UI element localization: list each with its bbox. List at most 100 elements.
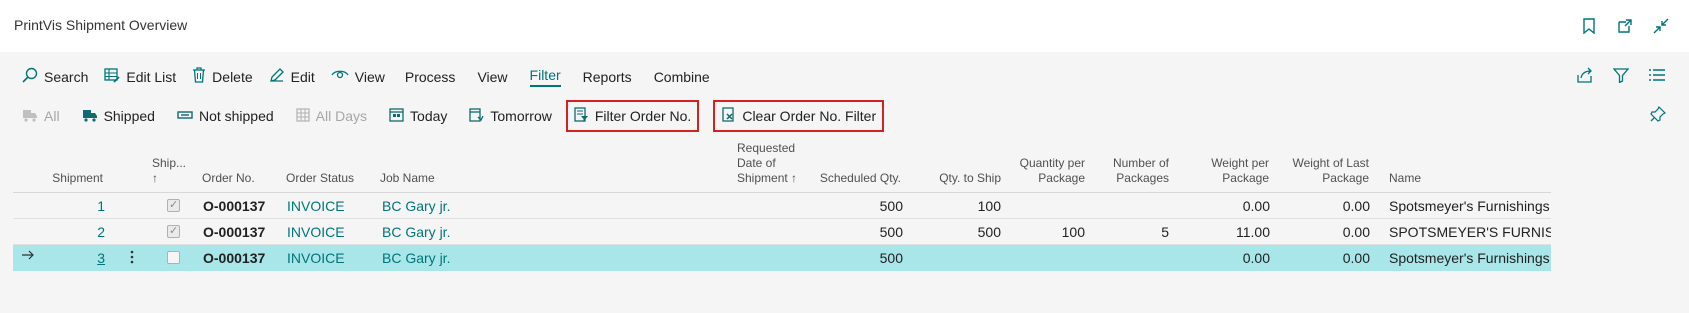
- edit-action[interactable]: Edit: [261, 62, 323, 90]
- shipped-checkbox[interactable]: [167, 251, 180, 264]
- edit-list-action[interactable]: Edit List: [96, 62, 184, 90]
- qty-to-ship: 100: [977, 198, 1001, 214]
- shipped-label: Shipped: [103, 108, 155, 124]
- job-name[interactable]: BC Gary jr.: [382, 198, 450, 214]
- col-shipment[interactable]: Shipment: [43, 171, 103, 186]
- search-icon: [22, 67, 38, 86]
- job-name[interactable]: BC Gary jr.: [382, 224, 450, 240]
- shipment-link[interactable]: 1: [73, 198, 105, 214]
- calendar-today-icon: [389, 107, 404, 125]
- filter-order-no-button[interactable]: Filter Order No.: [565, 100, 700, 132]
- col-weight-last-package[interactable]: Weight of Last Package: [1279, 156, 1370, 186]
- clear-order-no-filter-button[interactable]: Clear Order No. Filter: [713, 100, 885, 132]
- col-req-line3: Shipment ↑: [737, 171, 798, 185]
- share-icon[interactable]: [1574, 64, 1596, 86]
- col-shipped[interactable]: Ship... ↑: [152, 156, 192, 186]
- row-pointer-arrow-icon: [21, 248, 35, 265]
- combine-menu[interactable]: Combine: [640, 62, 718, 90]
- col-nop-line2: Packages: [1116, 171, 1169, 185]
- filter-menu-label: Filter: [529, 65, 561, 87]
- search-action[interactable]: Search: [14, 62, 96, 90]
- col-shipped-sort: ↑: [152, 171, 158, 185]
- open-new-window-icon[interactable]: [1615, 16, 1635, 36]
- shipment-table: Shipment Ship... ↑ Order No. Order Statu…: [13, 140, 1551, 271]
- view-label: View: [354, 69, 385, 85]
- order-no[interactable]: O-000137: [203, 250, 265, 266]
- col-weight-per-package[interactable]: Weight per Package: [1183, 156, 1269, 186]
- col-name[interactable]: Name: [1389, 171, 1421, 186]
- col-qpp-line1: Quantity per: [1019, 156, 1085, 170]
- pin-icon[interactable]: [1650, 105, 1667, 125]
- filter-icon[interactable]: [1610, 64, 1632, 86]
- collapse-icon[interactable]: [1651, 16, 1671, 36]
- view-menu[interactable]: View: [463, 62, 515, 90]
- order-no[interactable]: O-000137: [203, 224, 265, 240]
- col-qpp-line2: Package: [1038, 171, 1085, 185]
- col-qty-per-package[interactable]: Quantity per Package: [1003, 156, 1085, 186]
- list-view-icon[interactable]: [1646, 64, 1668, 86]
- scheduled-qty: 500: [879, 250, 903, 266]
- shipped-truck-icon: [82, 108, 98, 125]
- number-of-packages: 5: [1161, 224, 1169, 240]
- shipped-checkbox[interactable]: [167, 224, 180, 238]
- truck-icon: [22, 108, 38, 125]
- bookmark-icon[interactable]: [1579, 16, 1599, 36]
- shipment-link[interactable]: 2: [73, 224, 105, 240]
- shipment-link[interactable]: 3: [73, 250, 105, 266]
- tomorrow-button[interactable]: Tomorrow: [461, 100, 559, 132]
- order-status[interactable]: INVOICE: [287, 224, 345, 240]
- process-menu[interactable]: Process: [393, 62, 464, 90]
- eye-icon: [331, 68, 349, 85]
- col-requested-date[interactable]: Requested Date of Shipment ↑: [737, 141, 797, 186]
- col-order-no[interactable]: Order No.: [202, 171, 255, 186]
- row-actions-menu-icon[interactable]: [130, 249, 134, 268]
- shipped-button[interactable]: Shipped: [74, 100, 163, 132]
- col-wlp-line1: Weight of Last: [1292, 156, 1370, 170]
- table-header: Shipment Ship... ↑ Order No. Order Statu…: [13, 140, 1551, 193]
- pencil-icon: [269, 67, 285, 86]
- trash-icon: [192, 66, 206, 86]
- table-row[interactable]: 2 O-000137 INVOICE BC Gary jr. 500 500 1…: [13, 219, 1551, 245]
- order-status[interactable]: INVOICE: [287, 198, 345, 214]
- weight-per-package: 0.00: [1242, 198, 1270, 214]
- shipped-checkbox[interactable]: [167, 198, 180, 212]
- order-status[interactable]: INVOICE: [287, 250, 345, 266]
- calendar-tomorrow-icon: [469, 107, 484, 125]
- search-label: Search: [44, 69, 89, 85]
- not-shipped-icon: [177, 108, 193, 124]
- not-shipped-button[interactable]: Not shipped: [169, 100, 282, 132]
- reports-menu[interactable]: Reports: [569, 62, 640, 90]
- view-menu-label: View: [477, 69, 508, 85]
- view-action[interactable]: View: [323, 62, 393, 90]
- weight-per-package: 0.00: [1242, 250, 1270, 266]
- table-row-selected[interactable]: 3 O-000137 INVOICE BC Gary jr. 500 0.00 …: [13, 245, 1551, 271]
- col-req-line2: Date of: [737, 156, 776, 170]
- page-header: PrintVis Shipment Overview: [0, 0, 1689, 52]
- col-wpp-line2: Package: [1222, 171, 1269, 185]
- col-qty-to-ship[interactable]: Qty. to Ship: [913, 171, 1001, 186]
- table-row[interactable]: 1 O-000137 INVOICE BC Gary jr. 500 100 0…: [13, 193, 1551, 219]
- weight-last-package: 0.00: [1342, 224, 1370, 240]
- col-scheduled-qty[interactable]: Scheduled Qty.: [801, 171, 901, 186]
- all-label: All: [44, 108, 60, 124]
- col-number-of-packages[interactable]: Number of Packages: [1093, 156, 1169, 186]
- all-button[interactable]: All: [14, 100, 68, 132]
- page-title: PrintVis Shipment Overview: [14, 17, 188, 33]
- all-days-label: All Days: [315, 108, 368, 124]
- customer-name: Spotsmeyer's Furnishings: [1389, 250, 1550, 266]
- qty-per-package: 100: [1061, 224, 1085, 240]
- all-days-button[interactable]: All Days: [288, 100, 375, 132]
- weight-last-package: 0.00: [1342, 250, 1370, 266]
- calendar-grid-icon: [296, 107, 310, 125]
- col-job-name[interactable]: Job Name: [380, 171, 435, 186]
- weight-last-package: 0.00: [1342, 198, 1370, 214]
- action-bar: Search Edit List Delete Edit View Proces…: [14, 60, 1674, 92]
- tomorrow-label: Tomorrow: [490, 108, 552, 124]
- filter-menu[interactable]: Filter: [516, 62, 569, 90]
- delete-action[interactable]: Delete: [184, 62, 260, 90]
- col-order-status[interactable]: Order Status: [286, 171, 354, 186]
- edit-list-icon: [104, 67, 120, 86]
- job-name[interactable]: BC Gary jr.: [382, 250, 450, 266]
- order-no[interactable]: O-000137: [203, 198, 265, 214]
- today-button[interactable]: Today: [381, 100, 455, 132]
